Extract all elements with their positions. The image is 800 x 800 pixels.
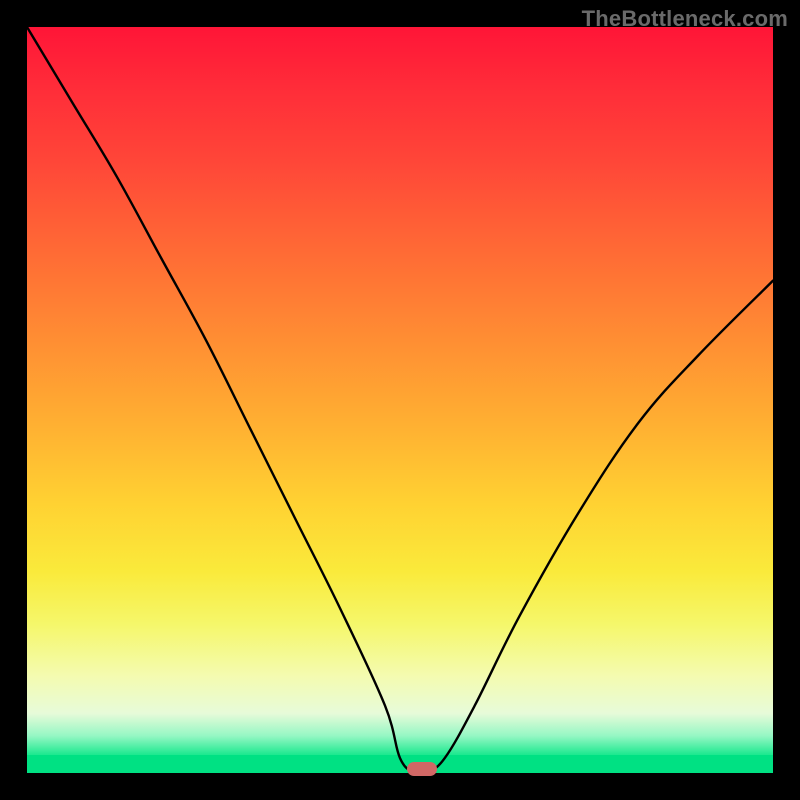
bottleneck-curve xyxy=(27,27,773,773)
watermark-text: TheBottleneck.com xyxy=(582,6,788,32)
chart-frame: TheBottleneck.com xyxy=(0,0,800,800)
plot-area xyxy=(27,27,773,773)
optimal-point-marker xyxy=(407,762,437,776)
